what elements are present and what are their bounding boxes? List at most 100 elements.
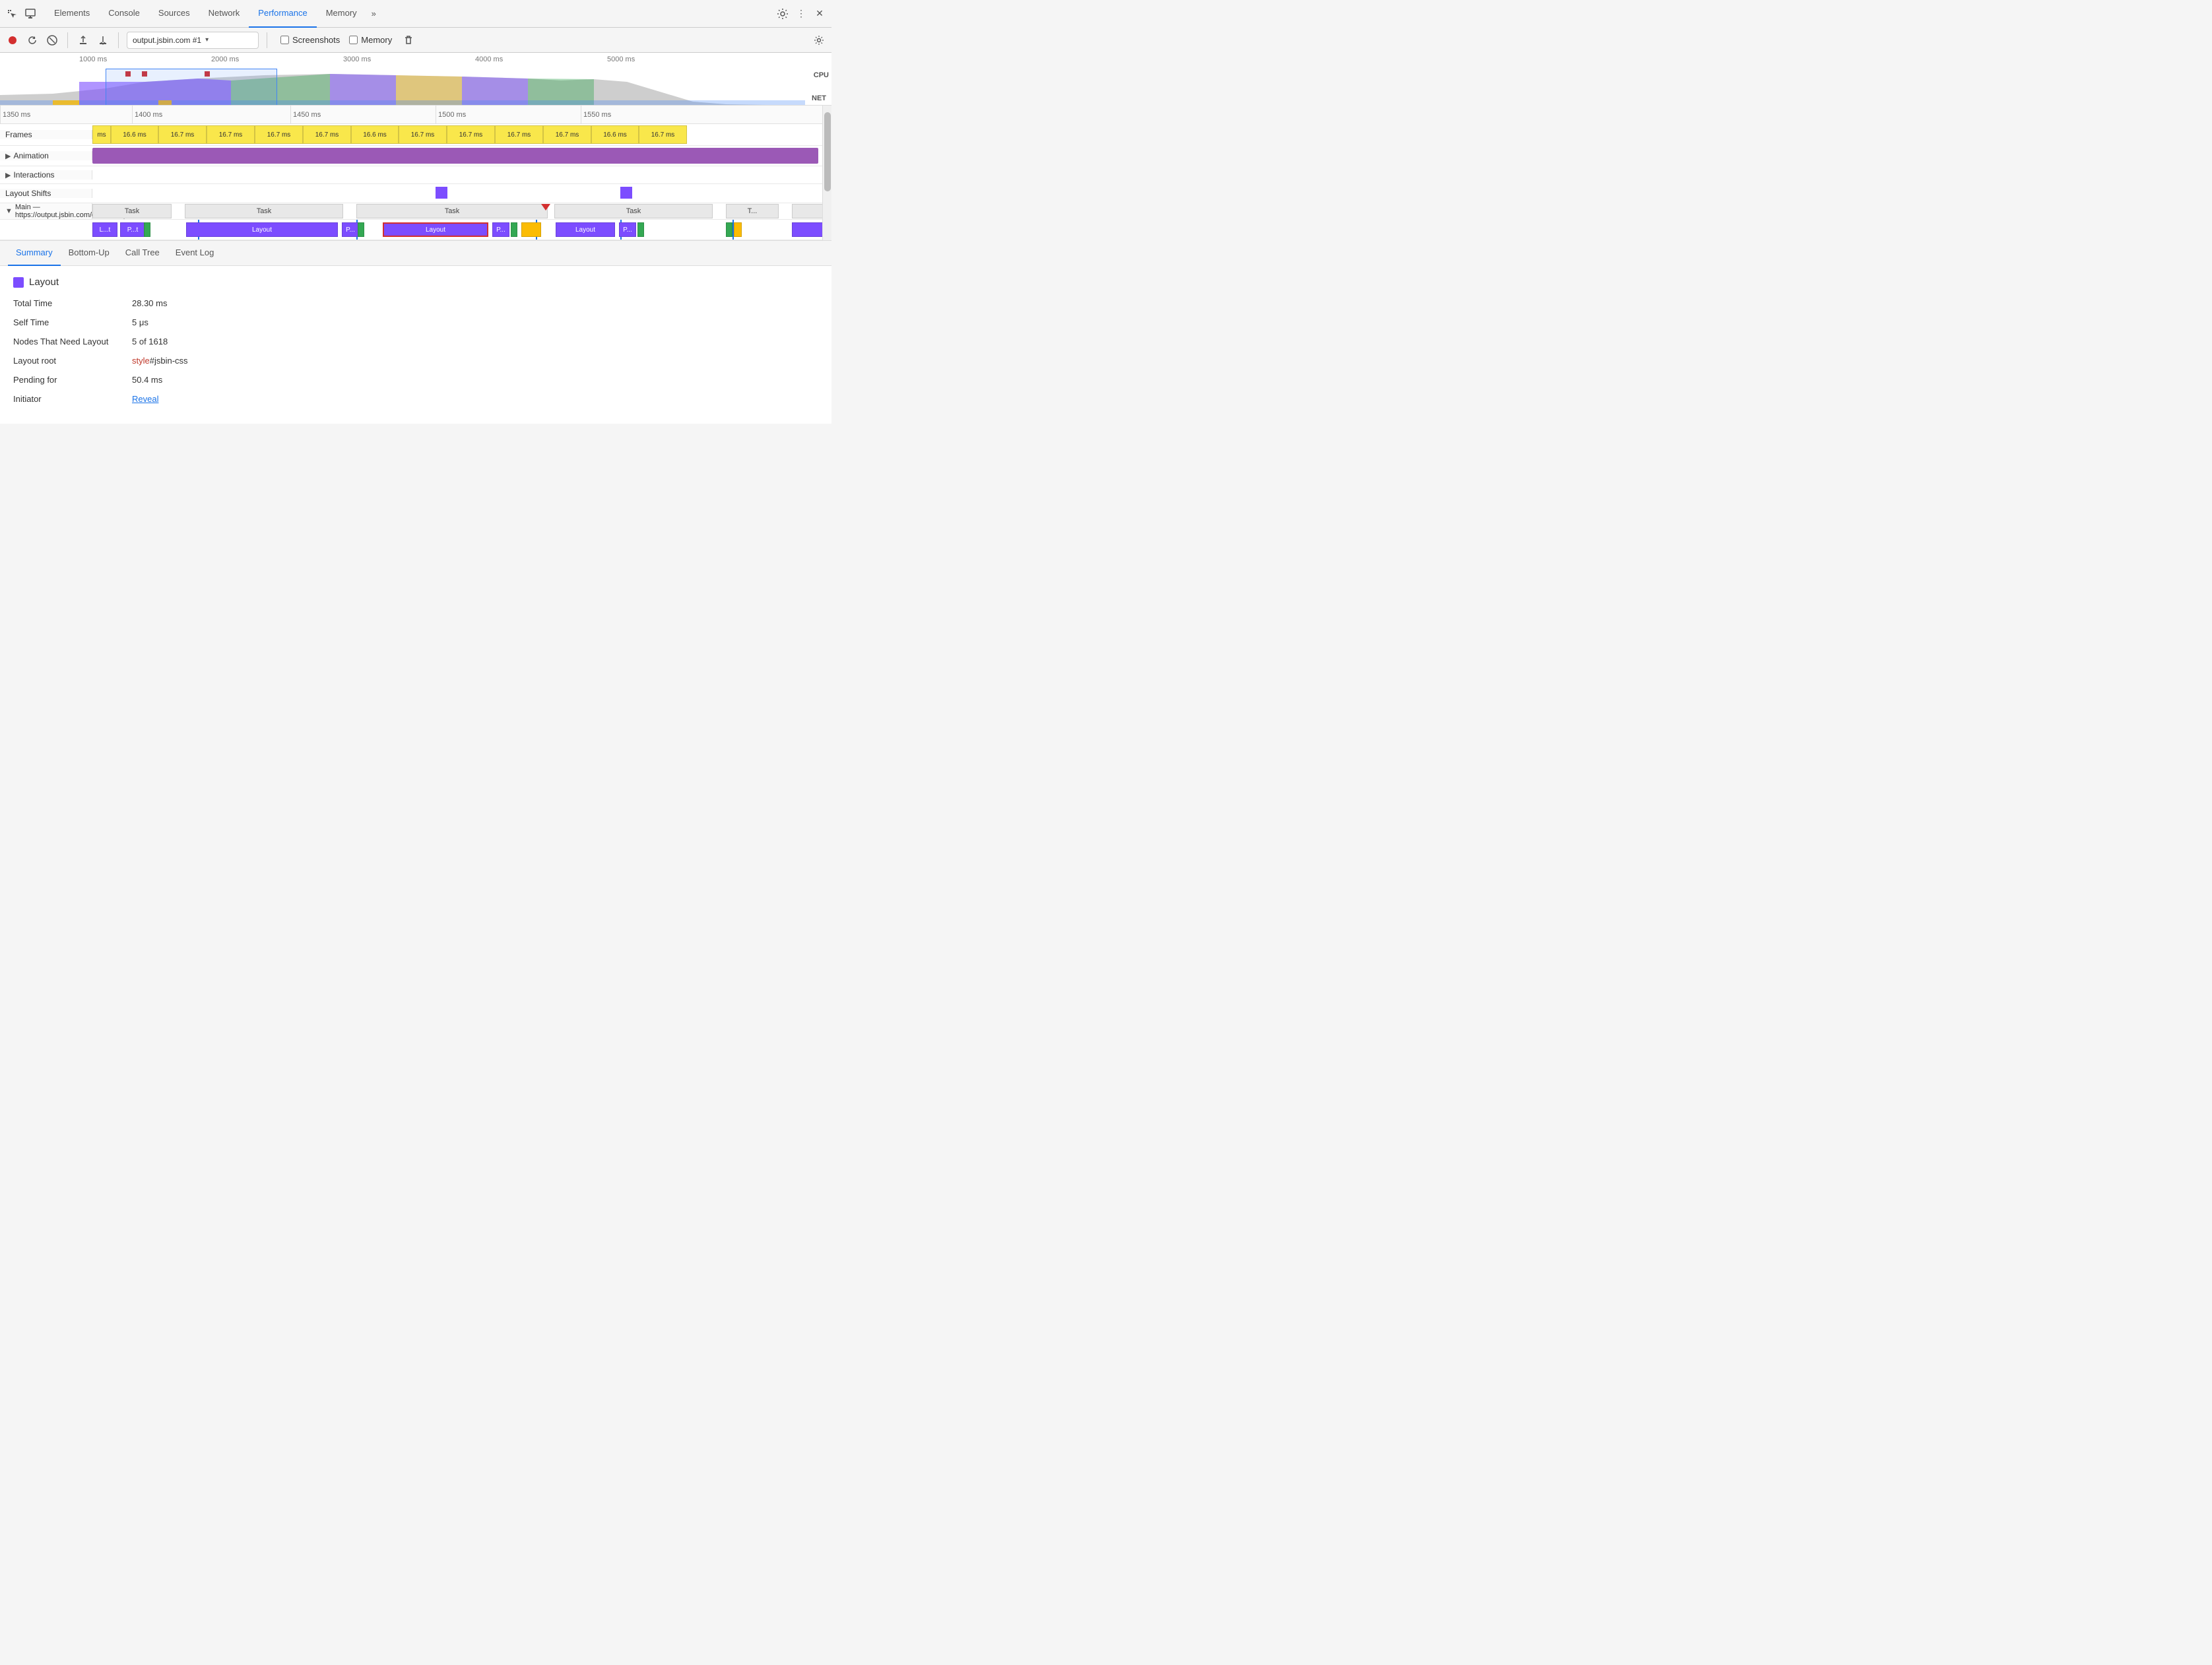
ruler-mark-3000: 3000 ms xyxy=(343,55,371,63)
pending-label: Pending for xyxy=(13,375,132,385)
tab-console[interactable]: Console xyxy=(99,0,149,28)
task-bar-2[interactable]: Task xyxy=(185,204,343,218)
task-bar-4[interactable]: Task xyxy=(554,204,713,218)
frame-chip-6[interactable]: 16.6 ms xyxy=(351,125,399,144)
clear-button[interactable] xyxy=(45,33,59,48)
selected-region[interactable] xyxy=(106,69,277,106)
settings-icon[interactable] xyxy=(776,7,789,20)
subtask-green-3[interactable] xyxy=(511,222,517,237)
frame-chip-7[interactable]: 16.7 ms xyxy=(399,125,447,144)
layout-shift-1[interactable] xyxy=(436,187,447,199)
animation-expand-icon[interactable]: ▶ xyxy=(5,152,11,160)
timeline-scrollbar[interactable] xyxy=(822,106,831,240)
subtask-green-5[interactable] xyxy=(726,222,732,237)
main-label: ▼ Main — https://output.jsbin.com/elisum… xyxy=(0,203,92,219)
layout-shifts-content xyxy=(92,184,831,203)
layout-root-keyword: style xyxy=(132,356,150,366)
interactions-track-row: ▶ Interactions xyxy=(0,166,831,184)
tab-event-log[interactable]: Event Log xyxy=(168,241,222,266)
frame-chip-1[interactable]: 16.6 ms xyxy=(111,125,158,144)
tab-summary[interactable]: Summary xyxy=(8,241,61,266)
main-expand-icon[interactable]: ▼ xyxy=(5,207,13,215)
timeline-overview[interactable]: 1000 ms 2000 ms 3000 ms 4000 ms 5000 ms … xyxy=(0,53,831,106)
tab-sources[interactable]: Sources xyxy=(149,0,199,28)
subtask-pt[interactable]: P...t xyxy=(120,222,145,237)
subtask-green-2[interactable] xyxy=(358,222,364,237)
cursor-icon[interactable] xyxy=(5,7,18,20)
frame-chip-10[interactable]: 16.7 ms xyxy=(543,125,591,144)
frame-chip-12[interactable]: 16.7 ms xyxy=(639,125,687,144)
url-chevron-icon: ▾ xyxy=(205,36,209,44)
frame-chip-0[interactable]: ms xyxy=(92,125,111,144)
cpu-label: CPU xyxy=(814,71,829,79)
close-icon[interactable]: ✕ xyxy=(813,7,826,20)
subtask-green-1[interactable] xyxy=(144,222,150,237)
layout-root-label: Layout root xyxy=(13,356,132,366)
screenshots-checkbox[interactable]: Screenshots xyxy=(280,35,340,45)
net-label: NET xyxy=(812,94,826,102)
delete-recording-button[interactable] xyxy=(401,33,416,48)
task-bar-1[interactable]: Task xyxy=(92,204,172,218)
capture-settings-icon[interactable] xyxy=(812,33,826,48)
frame-chip-4[interactable]: 16.7 ms xyxy=(255,125,303,144)
ruler-tick-1350: 1350 ms xyxy=(0,106,30,123)
ruler-mark-5000: 5000 ms xyxy=(607,55,635,63)
subtask-p-1[interactable]: P... xyxy=(342,222,359,237)
frame-chip-3[interactable]: 16.7 ms xyxy=(207,125,255,144)
frame-chip-9[interactable]: 16.7 ms xyxy=(495,125,543,144)
record-button[interactable] xyxy=(5,33,20,48)
detail-ruler: 1350 ms 1400 ms 1450 ms 1500 ms 1550 ms xyxy=(0,106,831,124)
animation-bar[interactable] xyxy=(92,148,818,164)
task-bar-3[interactable]: Task xyxy=(356,204,548,218)
tab-elements[interactable]: Elements xyxy=(45,0,99,28)
layout-shifts-track-row: Layout Shifts xyxy=(0,184,831,203)
frame-chip-2[interactable]: 16.7 ms xyxy=(158,125,207,144)
capture-settings[interactable] xyxy=(812,33,826,48)
interactions-expand-icon[interactable]: ▶ xyxy=(5,171,11,180)
inspect-icon[interactable] xyxy=(24,7,37,20)
tab-network[interactable]: Network xyxy=(199,0,249,28)
nodes-value: 5 of 1618 xyxy=(132,337,168,346)
url-selector[interactable]: output.jsbin.com #1 ▾ xyxy=(127,32,259,49)
summary-row-self-time: Self Time 5 μs xyxy=(13,317,818,327)
subtask-yellow-1[interactable] xyxy=(521,222,541,237)
frames-track-row: Frames ms 16.6 ms 16.7 ms 16.7 ms 16.7 m… xyxy=(0,124,831,146)
subtask-layout-2[interactable]: Layout xyxy=(556,222,615,237)
animation-label: ▶ Animation xyxy=(0,151,92,160)
subtask-layout-1[interactable]: Layout xyxy=(186,222,338,237)
frame-chip-8[interactable]: 16.7 ms xyxy=(447,125,495,144)
subtask-yellow-2[interactable] xyxy=(734,222,742,237)
frames-content: ms 16.6 ms 16.7 ms 16.7 ms 16.7 ms 16.7 … xyxy=(92,124,831,145)
tab-bottom-up[interactable]: Bottom-Up xyxy=(61,241,117,266)
animation-content[interactable] xyxy=(92,146,831,166)
more-tabs-button[interactable]: » xyxy=(366,0,381,28)
tab-call-tree[interactable]: Call Tree xyxy=(117,241,168,266)
subtask-lt[interactable]: L...t xyxy=(92,222,117,237)
layout-shifts-label: Layout Shifts xyxy=(0,189,92,198)
frame-chip-5[interactable]: 16.7 ms xyxy=(303,125,351,144)
reload-button[interactable] xyxy=(25,33,40,48)
subtask-p-3[interactable]: P... xyxy=(619,222,636,237)
subtask-p-2[interactable]: P... xyxy=(492,222,509,237)
ruler-tick-1400: 1400 ms xyxy=(132,106,162,123)
tab-memory[interactable]: Memory xyxy=(317,0,366,28)
upload-button[interactable] xyxy=(76,33,90,48)
ruler-tick-1550: 1550 ms xyxy=(581,106,611,123)
more-options-icon[interactable]: ⋮ xyxy=(795,7,808,20)
scrollbar-thumb[interactable] xyxy=(824,112,831,191)
devtools-toolbar: output.jsbin.com #1 ▾ Screenshots Memory xyxy=(0,28,831,53)
tab-performance[interactable]: Performance xyxy=(249,0,316,28)
task-bar-5[interactable]: T... xyxy=(726,204,779,218)
summary-row-pending: Pending for 50.4 ms xyxy=(13,375,818,385)
total-time-label: Total Time xyxy=(13,298,132,308)
memory-checkbox[interactable]: Memory xyxy=(349,35,392,45)
subtask-layout-selected[interactable]: Layout xyxy=(383,222,488,237)
subtask-green-4[interactable] xyxy=(637,222,644,237)
frame-chip-11[interactable]: 16.6 ms xyxy=(591,125,639,144)
long-task-marker xyxy=(541,204,550,211)
timeline-detail: 1350 ms 1400 ms 1450 ms 1500 ms 1550 ms … xyxy=(0,106,831,241)
summary-row-initiator: Initiator Reveal xyxy=(13,394,818,404)
download-button[interactable] xyxy=(96,33,110,48)
initiator-value[interactable]: Reveal xyxy=(132,394,158,404)
layout-shift-2[interactable] xyxy=(620,187,632,199)
